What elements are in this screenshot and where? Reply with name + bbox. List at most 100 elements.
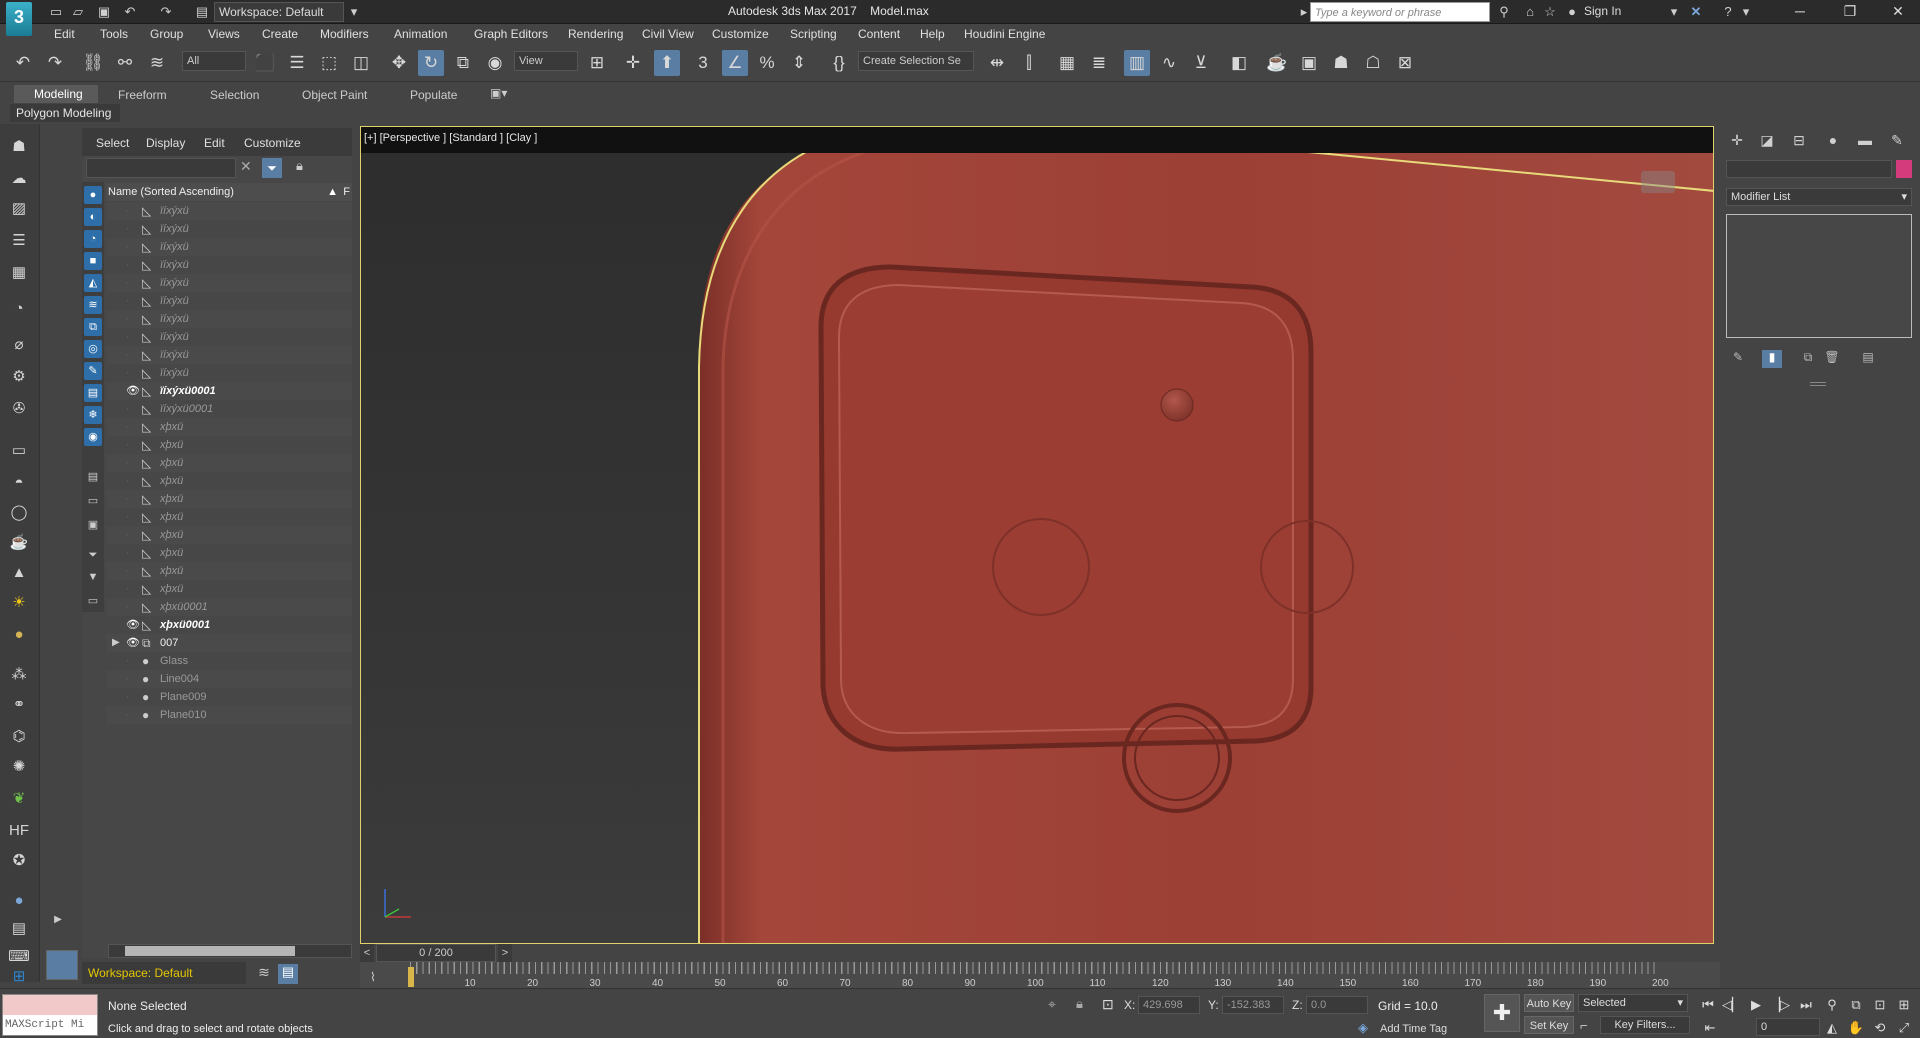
- render-icon[interactable]: ▤: [8, 918, 30, 940]
- absolute-mode-transform-icon[interactable]: ⊡: [1102, 996, 1114, 1013]
- particles-icon[interactable]: ⁂: [8, 664, 30, 686]
- teapot-icon[interactable]: ☗: [8, 136, 30, 158]
- explorer-row[interactable]: 👁︎ ◺ ïíxýxü0001: [106, 382, 352, 400]
- zoom-extents-icon[interactable]: ⊡: [1870, 995, 1890, 1015]
- cloud-icon[interactable]: ☁: [8, 168, 30, 190]
- next-frame-icon[interactable]: ▕▷: [1770, 995, 1790, 1015]
- menu-edit[interactable]: Edit: [54, 27, 75, 41]
- explorer-row[interactable]: · ◺ xþxü0001: [106, 598, 352, 616]
- plane-icon[interactable]: ▭: [8, 440, 30, 462]
- x-coordinate-field[interactable]: 429.698: [1138, 996, 1200, 1014]
- time-slider-track[interactable]: [514, 944, 1714, 962]
- menu-views[interactable]: Views: [208, 27, 240, 41]
- align-icon[interactable]: ⫿: [1016, 50, 1042, 76]
- visibility-eye-icon[interactable]: ·: [126, 526, 140, 544]
- menu-houdini-engine[interactable]: Houdini Engine: [964, 27, 1045, 41]
- place-icon[interactable]: ◉: [482, 50, 508, 76]
- visibility-eye-icon[interactable]: ·: [126, 238, 140, 256]
- expand-strip-icon[interactable]: ▶: [50, 914, 66, 930]
- explorer-row[interactable]: · ◺ xþxü: [106, 544, 352, 562]
- previous-frame-icon[interactable]: ◁▏: [1722, 995, 1742, 1015]
- explorer-row[interactable]: · ◺ ïíxýxü: [106, 364, 352, 382]
- select-manipulate-icon[interactable]: ✛: [620, 50, 646, 76]
- visibility-eye-icon[interactable]: ·: [126, 490, 140, 508]
- scale-icon[interactable]: ⧉: [450, 50, 476, 76]
- unlink-icon[interactable]: ⚯: [112, 50, 138, 76]
- menu-create[interactable]: Create: [262, 27, 298, 41]
- isolate-selection-icon[interactable]: ⌖: [1048, 996, 1056, 1013]
- keyboard-shortcut-override-icon[interactable]: ⬆: [654, 50, 680, 76]
- minimize-button[interactable]: ─: [1780, 0, 1820, 24]
- binoculars-icon[interactable]: ⚲: [1496, 4, 1512, 20]
- menu-content[interactable]: Content: [858, 27, 900, 41]
- filter-small-icon[interactable]: ⏷: [84, 546, 102, 564]
- time-tag-icon[interactable]: ◈: [1358, 1020, 1368, 1036]
- cone-icon[interactable]: ▲: [8, 562, 30, 584]
- chevron-down-icon[interactable]: ▾: [346, 4, 362, 20]
- sphere-blue-icon[interactable]: ●: [8, 890, 30, 912]
- explorer-row[interactable]: · ◺ ïíxýxü: [106, 274, 352, 292]
- explorer-search-input[interactable]: [86, 158, 236, 178]
- visibility-eye-icon[interactable]: ·: [126, 544, 140, 562]
- modifier-list-dropdown[interactable]: Modifier List ▾: [1726, 188, 1912, 206]
- named-selection-dropdown[interactable]: Create Selection Se: [858, 51, 974, 71]
- visibility-eye-icon[interactable]: ·: [126, 418, 140, 436]
- chevron-down-icon[interactable]: ▾: [1738, 4, 1754, 20]
- film-icon[interactable]: ✇: [8, 398, 30, 420]
- toggle-scene-explorer-icon[interactable]: ▦: [1054, 50, 1080, 76]
- explorer-row[interactable]: 👁︎ ◺ xþxü0001: [106, 616, 352, 634]
- mirror-icon[interactable]: ⇹: [984, 50, 1010, 76]
- clear-search-icon[interactable]: ✕: [240, 158, 256, 178]
- ribbon-options-icon[interactable]: ▣▾: [490, 86, 507, 100]
- display-containers-icon[interactable]: ▤: [84, 384, 102, 402]
- explorer-row[interactable]: · ◺ ïíxýxü: [106, 256, 352, 274]
- orbit-icon[interactable]: ⟲: [1870, 1018, 1890, 1038]
- list-icon[interactable]: ☰: [8, 230, 30, 252]
- explorer-row[interactable]: · ● Plane009: [106, 688, 352, 706]
- visibility-eye-icon[interactable]: 👁︎: [126, 382, 140, 400]
- display-shapes-icon[interactable]: ◐: [84, 208, 102, 226]
- explorer-row[interactable]: · ● Glass: [106, 652, 352, 670]
- restore-button[interactable]: ❐: [1830, 0, 1870, 24]
- explorer-row[interactable]: · ◺ ïíxýxü: [106, 346, 352, 364]
- hierarchy-tab-icon[interactable]: ⊟: [1788, 130, 1810, 150]
- camera-icon[interactable]: ⌀: [8, 334, 30, 356]
- default-in-out-tangent-icon[interactable]: ⌐: [1580, 1018, 1588, 1033]
- motion-tab-icon[interactable]: ●: [1822, 130, 1844, 150]
- search-input[interactable]: Type a keyword or phrase: [1310, 2, 1490, 22]
- connector-icon[interactable]: ⚭: [8, 694, 30, 716]
- visibility-eye-icon[interactable]: ·: [126, 328, 140, 346]
- current-frame-field[interactable]: 0: [1756, 1018, 1820, 1036]
- visibility-eye-icon[interactable]: ·: [126, 688, 140, 706]
- display-cameras-icon[interactable]: ■: [84, 252, 102, 270]
- visibility-eye-icon[interactable]: ·: [126, 706, 140, 724]
- percent-snap-icon[interactable]: %: [754, 50, 780, 76]
- explorer-row[interactable]: · ◺ xþxü: [106, 454, 352, 472]
- close-button[interactable]: ✕: [1878, 0, 1918, 24]
- curve-editor-toggle-icon[interactable]: ⌇: [370, 970, 376, 984]
- menu-scripting[interactable]: Scripting: [790, 27, 837, 41]
- go-to-start-icon[interactable]: ⏮: [1698, 995, 1718, 1015]
- help-icon[interactable]: ?: [1720, 4, 1736, 20]
- curve-editor-icon[interactable]: ∿: [1156, 50, 1182, 76]
- visibility-eye-icon[interactable]: ·: [126, 562, 140, 580]
- display-helpers-icon[interactable]: ◭: [84, 274, 102, 292]
- explorer-row[interactable]: · ◺ ïíxýxü0001: [106, 400, 352, 418]
- move-icon[interactable]: ✥: [386, 50, 412, 76]
- visibility-eye-icon[interactable]: ·: [126, 364, 140, 382]
- explorer-row[interactable]: · ◺ xþxü: [106, 508, 352, 526]
- scrollbar-thumb[interactable]: [125, 946, 295, 956]
- explorer-horizontal-scrollbar[interactable]: [108, 944, 352, 958]
- column-header-flag[interactable]: F: [343, 183, 350, 201]
- auto-key-button[interactable]: Auto Key: [1524, 994, 1574, 1012]
- pin-stack-icon[interactable]: ✎: [1728, 350, 1748, 368]
- redo-icon[interactable]: ↷: [158, 4, 174, 20]
- utilities-tab-icon[interactable]: ✎: [1886, 130, 1908, 150]
- explorer-row[interactable]: · ◺ ïíxýxü: [106, 238, 352, 256]
- add-time-tag[interactable]: Add Time Tag: [1380, 1023, 1447, 1035]
- select-object-icon[interactable]: ⬛: [252, 50, 278, 76]
- reference-coordinate-dropdown[interactable]: View: [514, 51, 578, 71]
- plant-icon[interactable]: ❦: [8, 788, 30, 810]
- viewport-label[interactable]: [+] [Perspective ] [Standard ] [Clay ]: [364, 132, 537, 144]
- snail-icon[interactable]: ✪: [8, 850, 30, 872]
